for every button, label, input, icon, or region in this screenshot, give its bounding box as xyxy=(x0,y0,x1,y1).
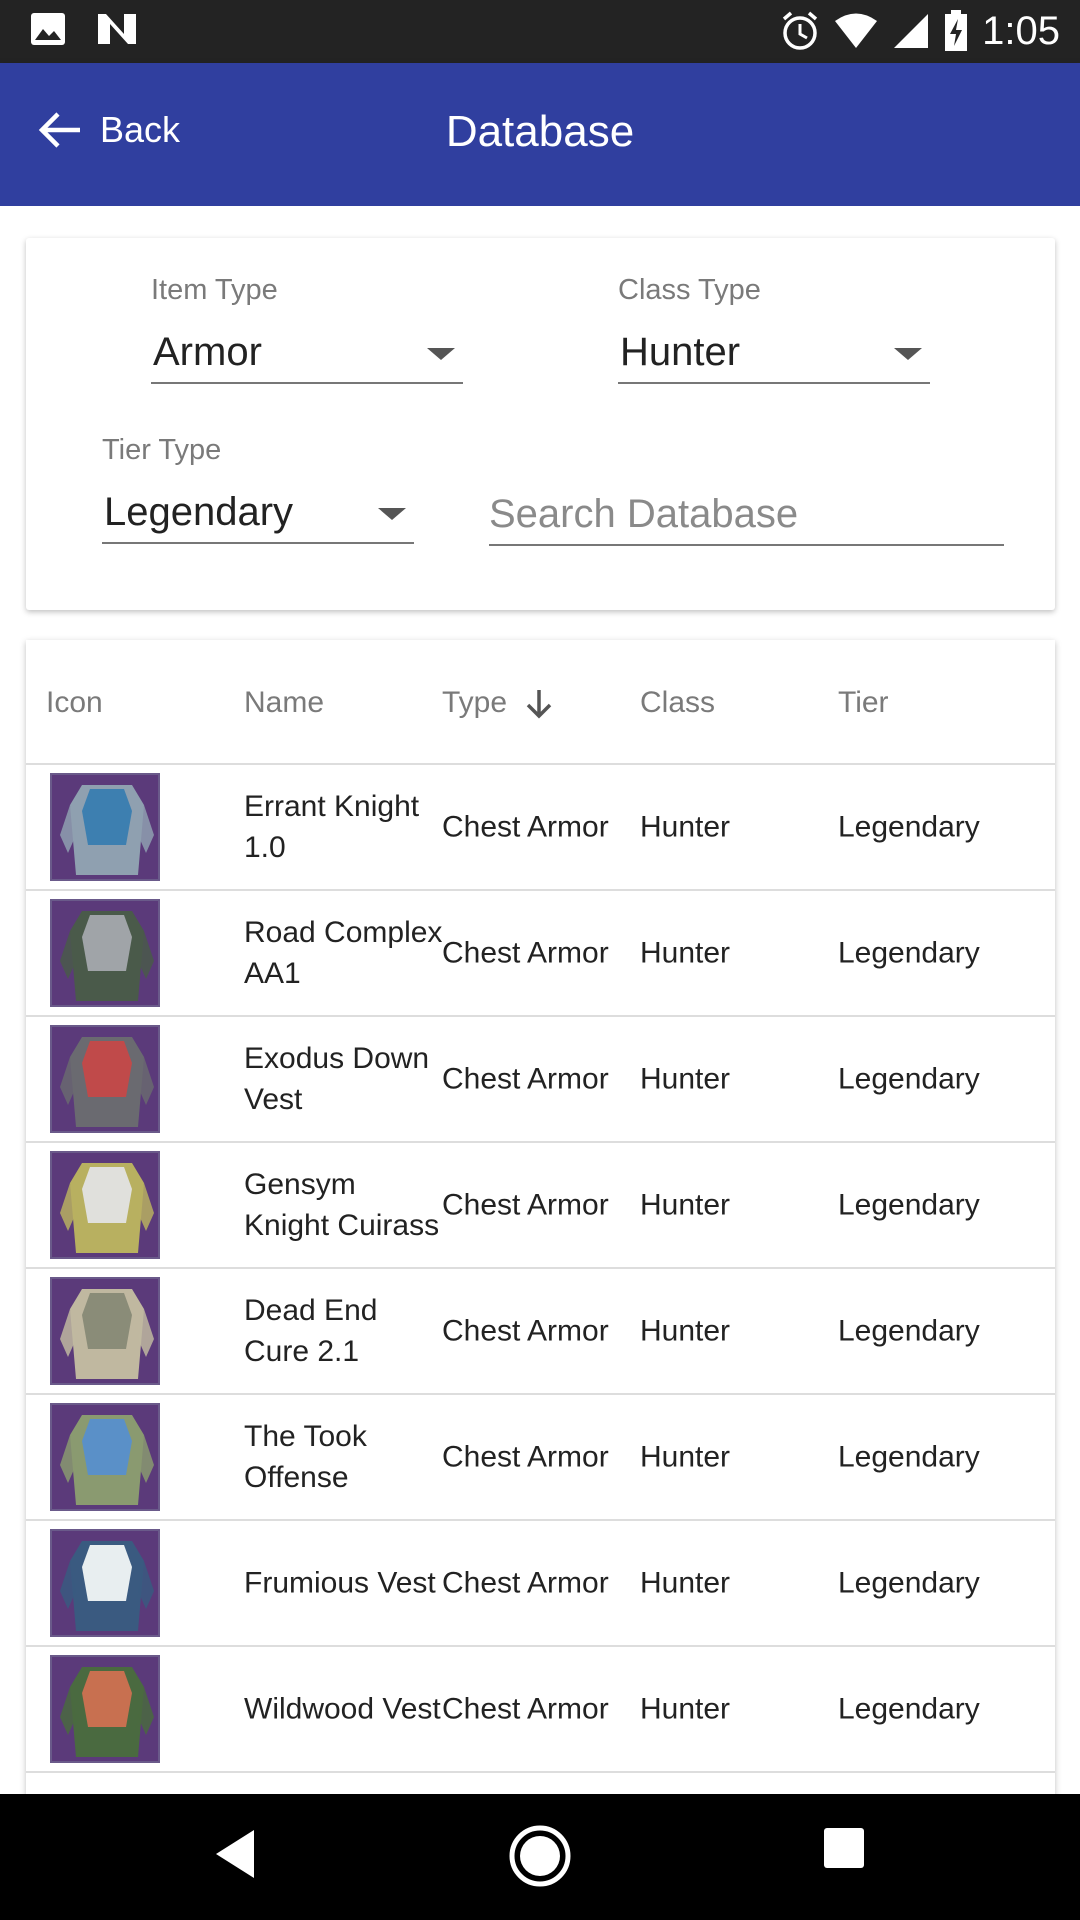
armor-thumbnail-icon xyxy=(50,1277,160,1385)
table-row[interactable]: Wildwood Vest Chest Armor Hunter Legendary xyxy=(26,1647,1055,1773)
table-row[interactable]: The Took Offense Chest Armor Hunter Legenda… xyxy=(26,1395,1055,1521)
item-tier: Legendary xyxy=(838,1440,980,1474)
item-class: Hunter xyxy=(640,936,731,970)
tier-type-value: Legendary xyxy=(104,490,294,534)
item-type: Chest Armor xyxy=(442,1188,609,1222)
alarm-icon xyxy=(783,11,818,50)
content-area: Item Type Armor Class Type Hunter Tier T… xyxy=(0,206,1080,1794)
item-type-select[interactable]: Armor xyxy=(151,324,463,384)
class-type-field: Class Type xyxy=(618,274,761,307)
armor-thumbnail-icon xyxy=(50,899,160,1007)
item-name: Wildwood Vest xyxy=(244,1692,441,1726)
item-type: Chest Armor xyxy=(442,1566,609,1600)
class-type-value: Hunter xyxy=(620,330,741,374)
tier-type-label: Tier Type xyxy=(102,434,222,466)
armor-thumbnail-icon xyxy=(50,1025,160,1133)
item-tier: Legendary xyxy=(838,1188,980,1222)
home-circle-icon[interactable] xyxy=(508,1824,572,1888)
item-tier: Legendary xyxy=(838,1314,980,1348)
arrow-left-icon xyxy=(38,112,80,148)
results-table: Icon Name Type Class Tier Errant Knight … xyxy=(26,640,1055,1794)
item-type: Chest Armor xyxy=(442,1314,609,1348)
item-name: The Took Offense xyxy=(244,1420,367,1494)
col-header-tier[interactable]: Tier xyxy=(838,686,889,720)
table-row[interactable]: Errant Knight 1.0 Chest Armor Hunter Legend… xyxy=(26,765,1055,891)
back-button[interactable]: Back xyxy=(38,109,180,151)
armor-thumbnail-icon xyxy=(50,773,160,881)
class-type-label: Class Type xyxy=(618,274,761,306)
item-name: Errant Knight 1.0 xyxy=(244,790,420,864)
item-class: Hunter xyxy=(640,1692,731,1726)
battery-icon xyxy=(945,10,968,51)
item-name: Dead End Cure 2.1 xyxy=(244,1294,378,1368)
col-header-name[interactable]: Name xyxy=(244,686,324,720)
back-label: Back xyxy=(100,109,181,150)
item-class: Hunter xyxy=(640,1440,731,1474)
item-name: Exodus Down Vest xyxy=(244,1042,430,1116)
col-header-class[interactable]: Class xyxy=(640,686,715,720)
item-type: Chest Armor xyxy=(442,810,609,844)
arrow-down-icon xyxy=(527,690,552,719)
item-type: Chest Armor xyxy=(442,1692,609,1726)
table-row[interactable]: Dead End Cure 2.1 Chest Armor Hunter Legend… xyxy=(26,1269,1055,1395)
item-class: Hunter xyxy=(640,810,731,844)
wifi-icon xyxy=(835,13,878,48)
armor-thumbnail-icon xyxy=(50,1151,160,1259)
table-row[interactable]: Gensym Knight Cuirass Chest Armor Hunter Le… xyxy=(26,1143,1055,1269)
item-type-value: Armor xyxy=(153,330,262,374)
app-bar: Back Database xyxy=(0,63,1080,206)
tier-type-select[interactable]: Legendary xyxy=(102,484,414,544)
navigation-bar xyxy=(0,1794,1080,1920)
table-row[interactable]: Road Complex AA1 Chest Armor Hunter Legenda… xyxy=(26,891,1055,1017)
item-class: Hunter xyxy=(640,1566,731,1600)
n-logo-icon xyxy=(98,14,136,44)
back-triangle-icon[interactable] xyxy=(212,1824,256,1884)
signal-icon xyxy=(894,14,929,48)
armor-thumbnail-icon xyxy=(50,1655,160,1763)
col-header-icon[interactable]: Icon xyxy=(46,686,103,720)
status-notifications xyxy=(30,12,138,46)
filter-card: Item Type Armor Class Type Hunter Tier T… xyxy=(26,238,1055,610)
item-tier: Legendary xyxy=(838,1692,980,1726)
item-class: Hunter xyxy=(640,1062,731,1096)
armor-thumbnail-icon xyxy=(50,1529,160,1637)
status-bar: 1:05 xyxy=(0,0,1080,63)
dropdown-arrow-icon xyxy=(894,348,922,360)
dropdown-arrow-icon xyxy=(378,508,406,520)
armor-thumbnail-icon xyxy=(50,1403,160,1511)
item-tier: Legendary xyxy=(838,1566,980,1600)
item-tier: Legendary xyxy=(838,936,980,970)
recents-square-icon[interactable] xyxy=(822,1824,866,1870)
table-row[interactable]: Exodus Down Vest Chest Armor Hunter Legenda… xyxy=(26,1017,1055,1143)
status-indicators: 1:05 xyxy=(780,6,1060,56)
dropdown-arrow-icon xyxy=(427,348,455,360)
col-header-type[interactable]: Type xyxy=(442,686,553,720)
status-time: 1:05 xyxy=(982,9,1060,53)
tier-type-field: Tier Type xyxy=(102,434,221,467)
item-type-field: Item Type xyxy=(151,274,278,307)
item-class: Hunter xyxy=(640,1314,731,1348)
class-type-select[interactable]: Hunter xyxy=(618,324,930,384)
item-type-label: Item Type xyxy=(151,274,278,306)
item-type: Chest Armor xyxy=(442,936,609,970)
item-tier: Legendary xyxy=(838,810,980,844)
image-icon xyxy=(31,13,65,45)
item-type: Chest Armor xyxy=(442,1440,609,1474)
item-class: Hunter xyxy=(640,1188,731,1222)
table-header: Icon Name Type Class Tier xyxy=(26,640,1055,765)
item-name: Frumious Vest xyxy=(244,1566,436,1600)
item-type: Chest Armor xyxy=(442,1062,609,1096)
item-tier: Legendary xyxy=(838,1062,980,1096)
table-row[interactable]: Frumious Vest Chest Armor Hunter Legendary xyxy=(26,1521,1055,1647)
search-input[interactable] xyxy=(489,484,1004,546)
col-header-type-label: Type xyxy=(442,686,508,719)
item-name: Gensym Knight Cuirass xyxy=(244,1168,440,1242)
item-name: Road Complex AA1 xyxy=(244,916,443,990)
